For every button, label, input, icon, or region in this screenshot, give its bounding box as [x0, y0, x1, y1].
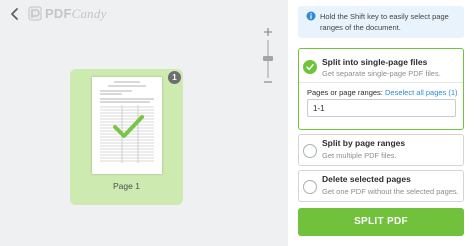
page-label: Page 1	[113, 181, 140, 191]
page-ranges-input[interactable]	[307, 99, 456, 117]
deselect-all-pages-link[interactable]: Deselect all pages (1)	[385, 88, 458, 97]
page-count-badge: 1	[168, 71, 181, 84]
zoom-slider-thumb[interactable]	[263, 56, 273, 61]
split-pdf-button[interactable]: SPLIT PDF	[298, 208, 464, 236]
page-thumbnail[interactable]	[92, 77, 162, 174]
page-ranges-label: Pages or page ranges:	[307, 88, 383, 97]
option-delete-selected-radio[interactable]	[303, 180, 317, 194]
zoom-control	[262, 26, 274, 86]
option-single-page-radio[interactable]	[303, 60, 317, 74]
option-delete-selected-subtitle: Get one PDF without the selected pages.	[322, 187, 459, 196]
option-single-page-title: Split into single-page files	[322, 57, 428, 67]
pdfcandy-logo-icon	[28, 6, 42, 21]
option-split-by-ranges-title: Split by page ranges	[322, 138, 406, 148]
tip-text: Hold the Shift key to easily select page…	[320, 12, 449, 32]
option-split-by-ranges-radio[interactable]	[303, 144, 317, 158]
chevron-left-icon[interactable]	[9, 6, 21, 22]
info-icon	[306, 11, 316, 21]
option-single-page-subtitle: Get separate single-page PDF files.	[322, 69, 441, 78]
minus-icon[interactable]	[262, 80, 274, 84]
document-preview-image	[92, 77, 162, 174]
plus-icon[interactable]	[262, 26, 274, 38]
option-split-by-ranges-subtitle: Get multiple PDF files.	[322, 151, 397, 160]
option-delete-selected-title: Delete selected pages	[322, 174, 411, 184]
check-icon	[306, 64, 314, 71]
option-divider	[299, 82, 463, 83]
app-logo[interactable]: PDFCandy	[45, 6, 107, 21]
